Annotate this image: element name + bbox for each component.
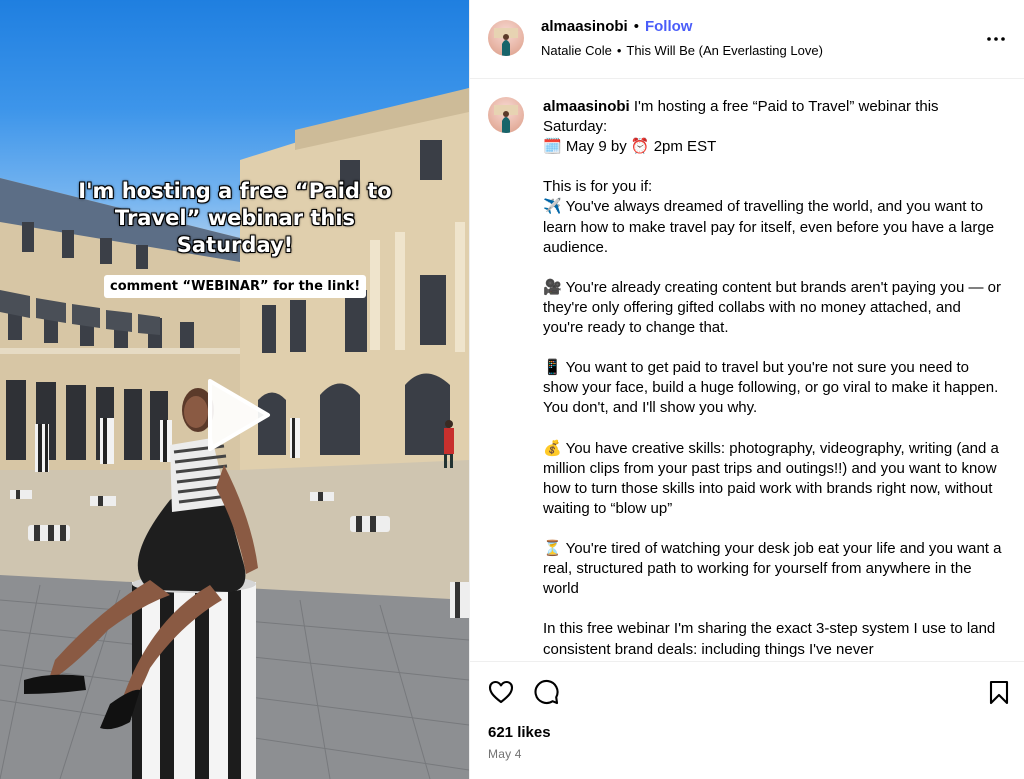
caption-paragraph-2: 🎥 You're already creating content but br… xyxy=(543,278,1002,337)
audio-attribution[interactable]: Natalie Cole • This Will Be (An Everlastin… xyxy=(541,43,823,58)
header-username[interactable]: almaasinobi xyxy=(541,18,628,35)
likes-count[interactable]: 621 likes xyxy=(488,724,551,741)
separator-dot: • xyxy=(633,18,639,35)
audio-track: This Will Be (An Everlasting Love) xyxy=(626,43,823,58)
header-user-line: almaasinobi • Follow xyxy=(541,18,692,35)
caption-scroll-area[interactable]: almaasinobi I'm hosting a free “Paid to … xyxy=(470,80,1024,662)
caption-paragraph-3: 📱 You want to get paid to travel but you… xyxy=(543,359,999,417)
caption-paragraph-4: 💰 You have creative skills: photography,… xyxy=(543,439,999,517)
follow-button[interactable]: Follow xyxy=(645,18,693,35)
post-media[interactable]: I'm hosting a free “Paid to Travel” webi… xyxy=(0,0,469,779)
audio-separator: • xyxy=(616,43,622,58)
post-date[interactable]: May 4 xyxy=(488,747,522,761)
play-icon[interactable] xyxy=(196,375,276,455)
post-header: almaasinobi • Follow Natalie Cole • This Wil… xyxy=(470,0,1024,79)
caption-paragraph-6: In this free webinar I'm sharing the exa… xyxy=(543,620,996,658)
post-details-panel: almaasinobi • Follow Natalie Cole • This Wil… xyxy=(469,0,1024,779)
more-horizontal-icon[interactable] xyxy=(984,27,1008,51)
audio-artist: Natalie Cole xyxy=(541,43,612,58)
video-overlay-title: I'm hosting a free “Paid to Travel” webi… xyxy=(78,179,392,257)
bookmark-icon[interactable] xyxy=(985,678,1013,706)
avatar[interactable] xyxy=(488,20,524,56)
comment-bubble-icon[interactable] xyxy=(532,678,560,706)
avatar[interactable] xyxy=(488,97,524,133)
heart-icon[interactable] xyxy=(487,678,515,706)
post-caption: almaasinobi I'm hosting a free “Paid to … xyxy=(543,97,1003,661)
post-actions: 621 likes May 4 xyxy=(470,662,1024,779)
video-overlay-cta: comment “WEBINAR” for the link! xyxy=(104,275,367,298)
caption-username[interactable]: almaasinobi xyxy=(543,98,630,115)
caption-paragraph-1: ✈️ You've always dreamed of travelling t… xyxy=(543,198,995,256)
caption-for-you: This is for you if: xyxy=(543,178,653,196)
caption-date-line: 🗓️ May 9 by ⏰ 2pm EST xyxy=(543,138,717,156)
caption-paragraph-5: ⏳ You're tired of watching your desk job… xyxy=(543,540,1002,598)
